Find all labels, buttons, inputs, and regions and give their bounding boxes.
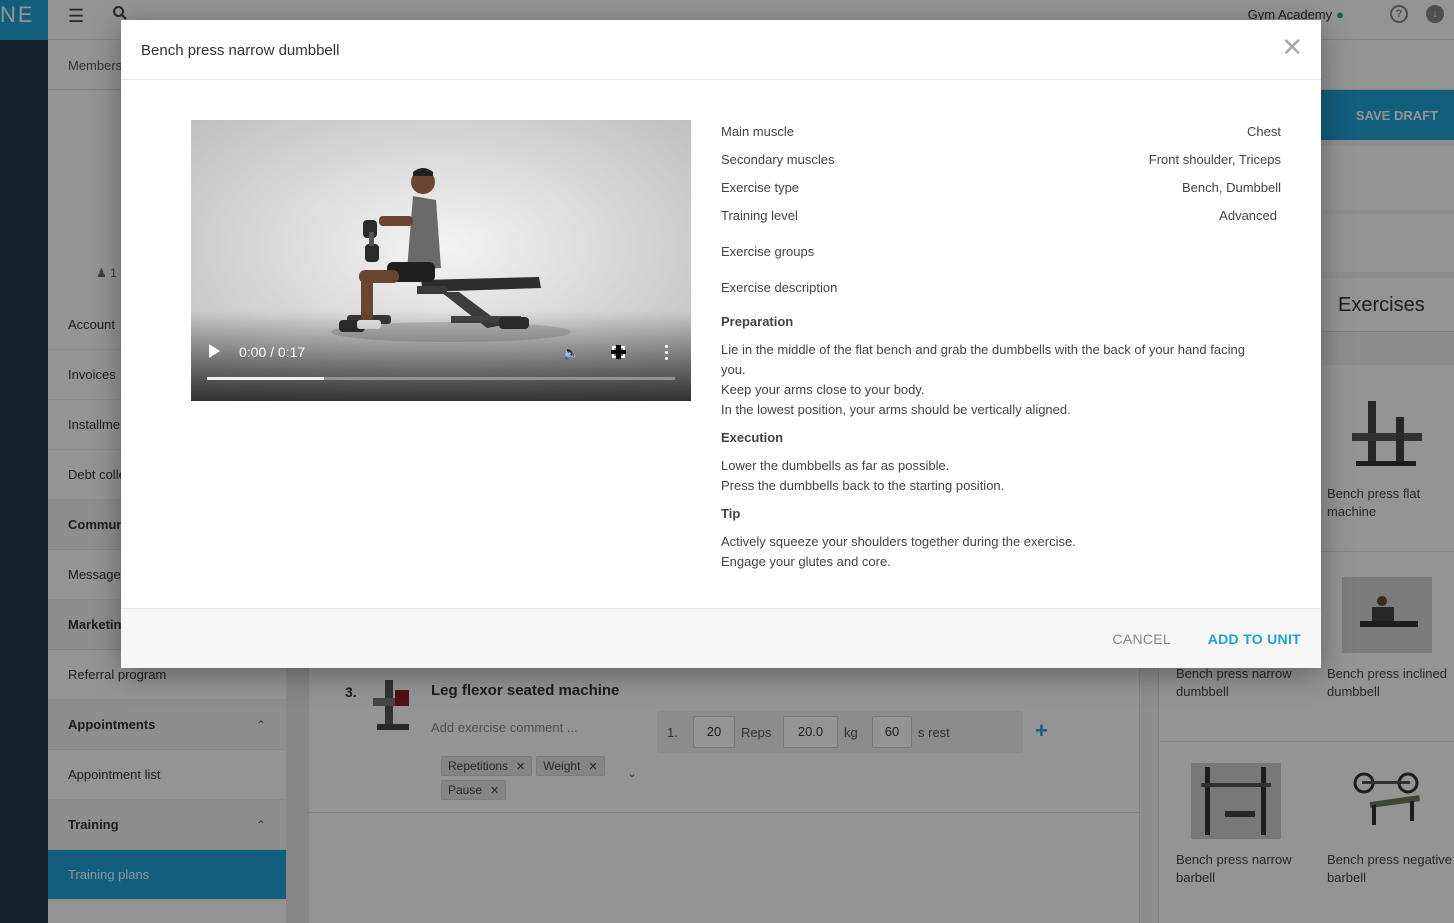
video-buffered bbox=[207, 377, 324, 380]
exercise-video-player[interactable]: 0:00 / 0:17 🔈 bbox=[191, 120, 691, 401]
close-icon[interactable]: ✕ bbox=[1281, 34, 1303, 60]
tip-line: Actively squeeze your shoulders together… bbox=[721, 534, 1076, 549]
preparation-text: Lie in the middle of the flat bench and … bbox=[721, 340, 1281, 420]
detail-label: Main muscle bbox=[721, 124, 794, 139]
volume-icon[interactable]: 🔈 bbox=[562, 344, 579, 361]
detail-row-exercise-type: Exercise type Bench, Dumbbell bbox=[721, 176, 1281, 204]
detail-label: Secondary muscles bbox=[721, 152, 835, 167]
exercise-detail-dialog: Bench press narrow dumbbell ✕ 0:00 / 0:1… bbox=[121, 20, 1321, 668]
detail-label: Exercise description bbox=[721, 280, 838, 295]
detail-row-training-level: Training level Advanced bbox=[721, 204, 1281, 232]
cancel-button[interactable]: CANCEL bbox=[1112, 631, 1171, 647]
detail-value: Advanced bbox=[1219, 208, 1277, 223]
detail-label: Exercise groups bbox=[721, 244, 815, 259]
video-time: 0:00 / 0:17 bbox=[239, 344, 306, 360]
detail-value: Chest bbox=[1247, 124, 1281, 139]
more-vert-icon[interactable] bbox=[665, 345, 669, 360]
fullscreen-icon[interactable] bbox=[611, 345, 626, 359]
dialog-title: Bench press narrow dumbbell bbox=[141, 42, 340, 59]
detail-row-exercise-groups: Exercise groups bbox=[721, 232, 1281, 268]
execution-line: Lower the dumbbells as far as possible. bbox=[721, 458, 950, 473]
detail-label: Exercise type bbox=[721, 180, 800, 195]
preparation-line: Keep your arms close to your body. bbox=[721, 382, 925, 397]
add-to-unit-button[interactable]: ADD TO UNIT bbox=[1208, 631, 1301, 647]
play-icon[interactable] bbox=[209, 344, 220, 358]
tip-line: Engage your glutes and core. bbox=[721, 554, 891, 569]
detail-row-secondary-muscles: Secondary muscles Front shoulder, Triceps bbox=[721, 148, 1281, 176]
exercise-details: Main muscle Chest Secondary muscles Front … bbox=[721, 120, 1281, 572]
detail-value: Front shoulder, Triceps bbox=[1148, 152, 1281, 167]
execution-text: Lower the dumbbells as far as possible. … bbox=[721, 456, 1281, 496]
preparation-line: Lie in the middle of the flat bench and … bbox=[721, 342, 1245, 377]
tip-text: Actively squeeze your shoulders together… bbox=[721, 532, 1281, 572]
detail-value: Bench, Dumbbell bbox=[1182, 180, 1281, 195]
preparation-heading: Preparation bbox=[721, 314, 794, 329]
preparation-line: In the lowest position, your arms should… bbox=[721, 402, 1071, 417]
dialog-header: Bench press narrow dumbbell ✕ bbox=[121, 20, 1321, 80]
detail-label: Training level bbox=[721, 208, 798, 223]
execution-heading: Execution bbox=[721, 430, 784, 445]
execution-line: Press the dumbbells back to the starting… bbox=[721, 478, 1005, 493]
video-progress-bar[interactable] bbox=[207, 377, 675, 380]
detail-row-main-muscle: Main muscle Chest bbox=[721, 120, 1281, 148]
detail-row-description: Exercise description bbox=[721, 268, 1281, 304]
dialog-footer: CANCEL ADD TO UNIT bbox=[121, 608, 1321, 668]
tip-heading: Tip bbox=[721, 506, 741, 521]
